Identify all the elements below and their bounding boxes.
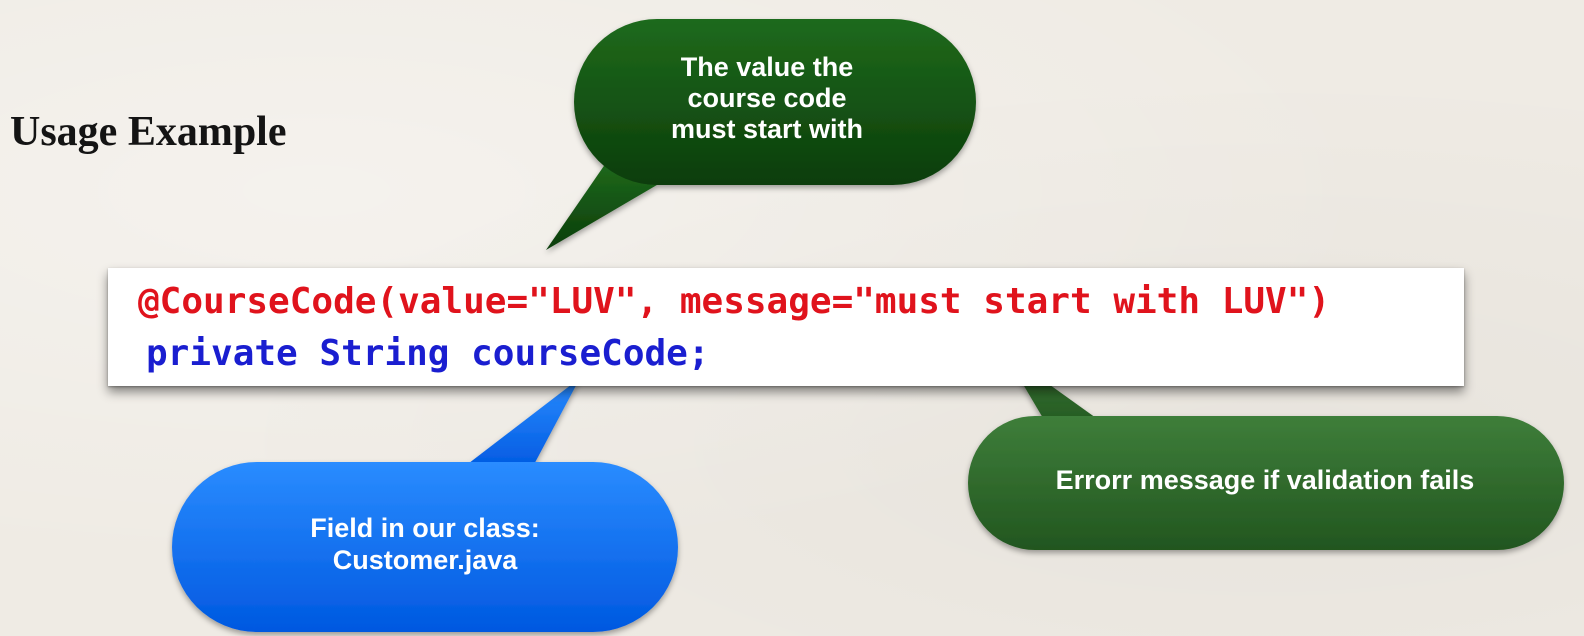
field-declaration-line: private String courseCode; xyxy=(146,333,710,374)
code-block: @CourseCode(value="LUV", message="must s… xyxy=(108,268,1464,386)
callout-error-message-text: Errorr message if validation fails xyxy=(1055,465,1475,495)
callout-field xyxy=(172,378,678,632)
callout-field-text: Field in our class: Customer.java xyxy=(310,513,540,575)
annotation-line: @CourseCode(value="LUV", message="must s… xyxy=(138,281,1331,322)
callout-course-value-text: The value the course code must start wit… xyxy=(670,52,864,144)
